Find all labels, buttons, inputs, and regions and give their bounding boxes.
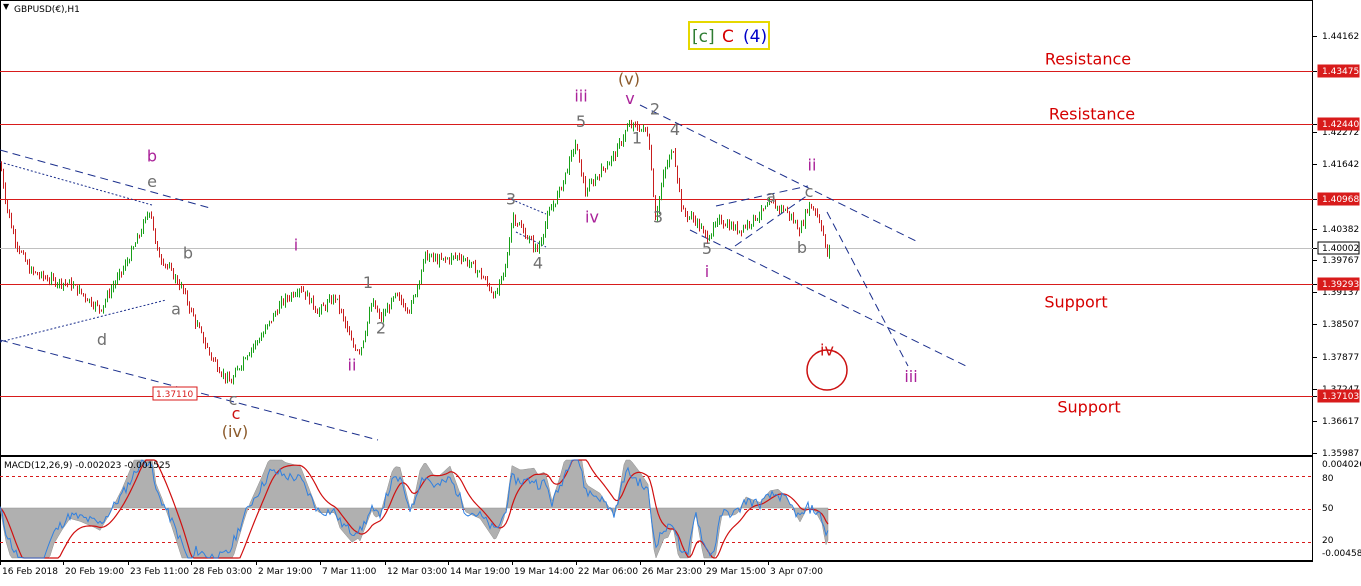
channel-line-dotted-mid [0, 299, 167, 343]
macd-tick-label: -0.004587 [1322, 549, 1361, 559]
level-label-4: Support [1044, 293, 1107, 312]
wave-label: 2 [376, 318, 386, 337]
wave-label: i [294, 236, 298, 255]
chart-window[interactable]: ▼ b e b a d c c (iv) i ii 1 2 3 4 5 iii iv (v) v 1 2 4 3 5 i a ii c… [0, 0, 1361, 582]
price-tick-label: 1.37877 [1322, 353, 1359, 363]
wave-label: d [97, 330, 107, 349]
header-wave-part-3: (4) [743, 27, 767, 47]
wave-label: (v) [618, 70, 640, 89]
time-tick-label: 2 Mar 19:00 [258, 567, 313, 577]
price-tick-label: 1.36617 [1322, 417, 1359, 427]
wave-label: a [766, 187, 776, 206]
price-highlight-label: 1.43475 [1322, 67, 1359, 77]
wave-label: 5 [576, 112, 586, 131]
projection-line [826, 211, 909, 367]
wave-label: a [171, 299, 181, 318]
wave-label: 5 [702, 239, 712, 258]
wave-label: iii [904, 367, 917, 386]
price-highlight-label: 1.42440 [1322, 120, 1359, 130]
wave-label: b [183, 243, 193, 262]
wave-label: 3 [653, 208, 663, 227]
wave-label: i [705, 262, 709, 281]
wave-label: 1 [632, 128, 642, 147]
price-tick-label: 1.41642 [1322, 160, 1359, 170]
wave-label: 4 [670, 120, 680, 139]
price-tick-label: 1.38507 [1322, 320, 1359, 330]
time-tick-label: 28 Feb 03:00 [193, 567, 252, 577]
header-wave-label: [c] C (4) [688, 21, 770, 50]
price-axis[interactable]: 1.441621.434751.424401.422721.416421.409… [1313, 32, 1360, 459]
level-labels: Resistance Resistance Support Support [1044, 50, 1135, 417]
channel-line-upper-right [639, 104, 919, 243]
level-box-text: 1.37110 [156, 390, 193, 400]
time-tick-label: 7 Mar 11:00 [322, 567, 377, 577]
time-tick-label: 23 Feb 11:00 [130, 567, 189, 577]
wave-label: b [797, 238, 807, 257]
time-tick-label: 16 Feb 2018 [2, 567, 58, 577]
macd-tick-label: 50 [1322, 504, 1334, 514]
price-highlight-label: 1.40002 [1322, 244, 1359, 254]
wave-label: c [232, 404, 241, 423]
wave-label: (iv) [222, 422, 248, 441]
wave-label: e [147, 172, 157, 191]
time-tick-label: 26 Mar 23:00 [642, 567, 702, 577]
macd-panel [0, 459, 1313, 559]
time-tick-label: 20 Feb 19:00 [65, 567, 124, 577]
chart-menu-arrow-icon[interactable]: ▼ [3, 3, 9, 11]
price-highlight-label: 1.39293 [1322, 280, 1359, 290]
time-tick-label: 19 Mar 14:00 [514, 567, 574, 577]
time-tick-label: 3 Apr 07:00 [770, 567, 823, 577]
price-tick-label: 1.39767 [1322, 256, 1359, 266]
wave-label: v [625, 89, 634, 108]
price-highlight-label: 1.40968 [1322, 195, 1359, 205]
macd-tick-label: 0.004026 [1322, 460, 1361, 470]
time-tick-label: 12 Mar 03:00 [387, 567, 447, 577]
time-tick-label: 22 Mar 06:00 [578, 567, 638, 577]
wave-label: 3 [506, 190, 516, 209]
price-tick-label: 1.44162 [1322, 32, 1359, 42]
wave-label: b [147, 146, 157, 165]
chart-canvas[interactable]: bebadcc(iv)iii12345iiiiv(v)v12435iaiicbi… [0, 0, 1361, 582]
wave-label: ii [808, 156, 817, 175]
macd-axis: 0.004026 80 50 20 -0.004587 [1322, 460, 1361, 559]
time-tick-label: 29 Mar 15:00 [706, 567, 766, 577]
wave-label: 4 [533, 254, 543, 273]
price-tick-label: 1.40382 [1322, 225, 1359, 235]
level-label-0: Resistance [1045, 50, 1131, 69]
channel-line-dotted-left [0, 161, 153, 206]
macd-title: MACD(12,26,9) -0.002023 -0.001525 [4, 461, 170, 471]
level-label-5: Support [1057, 398, 1120, 417]
wave-label: iv [585, 208, 599, 227]
wave-label: 1 [363, 273, 373, 292]
time-axis[interactable]: 16 Feb 2018 20 Feb 19:00 23 Feb 11:00 28 Fe… [0, 561, 824, 577]
macd-tick-label: 20 [1322, 536, 1334, 546]
header-wave-part-2: C [722, 27, 734, 47]
chart-title: GBPUSD(€),H1 [14, 5, 80, 15]
wave-label: iii [574, 87, 587, 106]
wave-label: ii [348, 356, 357, 375]
macd-tick-label: 80 [1322, 474, 1334, 484]
triangle-line-a [715, 185, 809, 207]
wave-label: 2 [650, 99, 660, 118]
time-tick-label: 14 Mar 19:00 [450, 567, 510, 577]
price-tick-label: 1.35987 [1322, 449, 1359, 459]
level-box: 1.37110 [152, 386, 198, 401]
price-highlight-label: 1.37103 [1322, 392, 1359, 402]
header-wave-part-1: [c] [692, 27, 715, 47]
wave-label: c [805, 182, 814, 201]
level-label-1: Resistance [1049, 105, 1135, 124]
